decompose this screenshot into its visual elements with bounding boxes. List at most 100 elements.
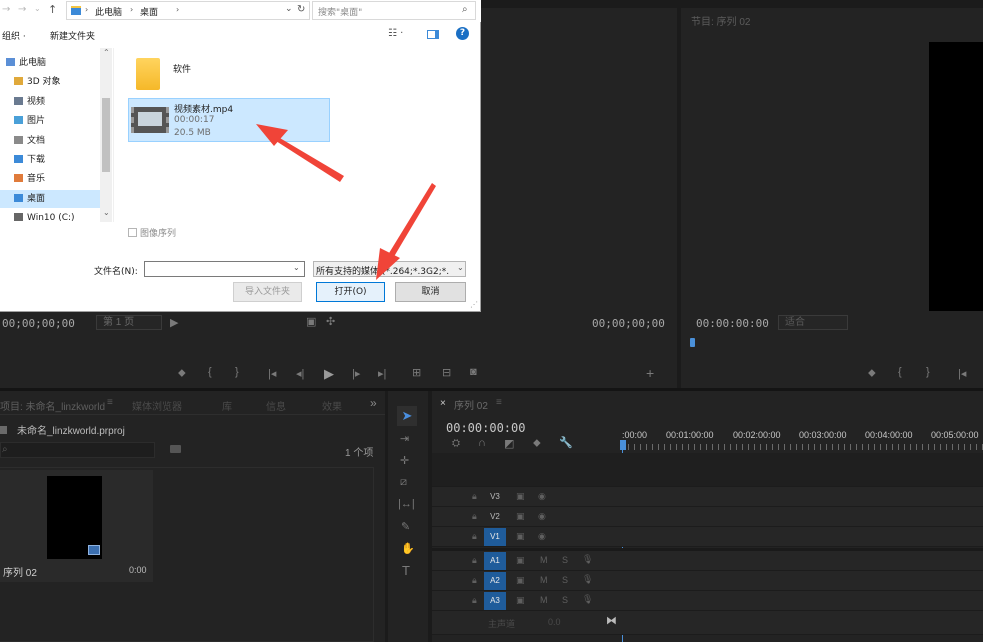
nav-item[interactable]: 下载 [14, 151, 45, 169]
sync-a2-icon[interactable]: ▣ [516, 575, 525, 586]
track-v3[interactable]: 🔒︎ V3 ▣ ◉ [432, 487, 983, 507]
project-search-input[interactable]: ⌕ [0, 442, 155, 458]
wrench-icon[interactable]: 🔧 [559, 436, 573, 449]
selection-tool-icon[interactable]: ➤ [397, 406, 417, 426]
new-folder-button[interactable]: 新建文件夹 [50, 29, 95, 42]
mic-a2-icon[interactable]: 🎙︎ [582, 574, 593, 585]
nav-scroll-down-icon[interactable]: ⌄ [103, 208, 110, 217]
nav-scroll-up-icon[interactable]: ⌃ [103, 48, 110, 57]
image-sequence-checkbox[interactable] [128, 228, 137, 237]
source-add-button-icon[interactable]: + [646, 365, 654, 381]
nav-item[interactable]: 文档 [14, 132, 45, 150]
master-value[interactable]: 0.0 [548, 617, 561, 627]
lock-v2-icon[interactable]: 🔒︎ [472, 511, 477, 522]
track-label-a3[interactable]: A3 [484, 592, 506, 610]
forward-icon[interactable]: → [18, 4, 26, 15]
tab-media-browser[interactable]: 媒体浏览器 [132, 398, 182, 413]
search-box[interactable]: 搜索"桌面" ⌕ [312, 1, 476, 20]
lock-a2-icon[interactable]: 🔒︎ [472, 575, 477, 586]
program-mark-out-icon[interactable]: } [926, 366, 930, 378]
up-icon[interactable]: ↑ [48, 3, 57, 16]
nav-pane[interactable]: 此电脑 3D 对象 视频 图片 文档 下载 音乐 桌面 Win10 (C:) ⌃ ⌄ [0, 48, 114, 223]
file-type-select[interactable]: 所有支持的媒体 (*.264;*.3G2;*. ⌄ [313, 261, 466, 277]
slip-tool-icon[interactable]: |↔| [398, 498, 415, 510]
nav-item[interactable]: 此电脑 [6, 54, 46, 72]
solo-a2[interactable]: S [562, 575, 568, 585]
timeline-ruler[interactable]: :00:00 00:01:00:00 00:02:00:00 00:03:00:… [622, 428, 983, 452]
tab-menu-icon[interactable]: ≡ [107, 397, 113, 408]
nest-icon[interactable]: ⛭ [452, 438, 460, 449]
go-to-out-icon[interactable]: ▸| [378, 367, 386, 380]
new-bin-icon[interactable] [170, 445, 181, 453]
file-item-video[interactable]: 视频素材.mp4 00:00:17 20.5 MB [128, 98, 330, 142]
sync-a1-icon[interactable]: ▣ [516, 555, 525, 566]
breadcrumb-pc[interactable]: 此电脑 [95, 5, 122, 18]
source-page-select[interactable]: 第 1 页 [96, 315, 162, 330]
nav-scrollbar[interactable]: ⌃ ⌄ [100, 48, 112, 222]
ripple-edit-tool-icon[interactable]: ✛ [400, 454, 409, 467]
refresh-icon[interactable]: ↻ [297, 4, 305, 15]
mute-a2[interactable]: M [540, 575, 548, 585]
nav-item[interactable]: 图片 [14, 112, 45, 130]
program-fit-select[interactable]: 适合 [778, 315, 848, 330]
mark-out-icon[interactable]: } [235, 366, 239, 378]
eye-v1-icon[interactable]: ◉ [538, 531, 546, 542]
tab-overflow-icon[interactable]: » [370, 396, 377, 410]
eye-v3-icon[interactable]: ◉ [538, 491, 546, 502]
tab-project[interactable]: 项目: 未命名_linzkworld [0, 398, 105, 413]
cancel-button[interactable]: 取消 [395, 282, 466, 302]
solo-a3[interactable]: S [562, 595, 568, 605]
help-icon[interactable]: ? [456, 27, 469, 40]
sync-v1-icon[interactable]: ▣ [516, 531, 525, 542]
pen-tool-icon[interactable]: ✎ [401, 520, 410, 533]
camera-icon[interactable]: ◙ [470, 366, 477, 378]
mic-a3-icon[interactable]: 🎙︎ [582, 594, 593, 605]
sync-v2-icon[interactable]: ▣ [516, 511, 525, 522]
tab-effects[interactable]: 效果 [322, 398, 342, 413]
play-small-icon[interactable]: ▶ [170, 316, 178, 329]
filename-input[interactable]: ⌄ [144, 261, 305, 277]
recent-chevron-icon[interactable]: ⌄ [34, 4, 41, 13]
track-a2[interactable]: 🔒︎ A2 ▣ M S 🎙︎ [432, 571, 983, 591]
go-to-in-icon[interactable]: |◂ [268, 367, 276, 380]
preview-pane-icon[interactable] [427, 30, 439, 39]
hand-tool-icon[interactable]: ✋ [401, 542, 415, 555]
lock-v1-icon[interactable]: 🔒︎ [472, 531, 477, 542]
lock-v3-icon[interactable]: 🔒︎ [472, 491, 477, 502]
lock-a1-icon[interactable]: 🔒︎ [472, 555, 477, 566]
tab-info[interactable]: 信息 [266, 398, 286, 413]
step-forward-icon[interactable]: |▸ [352, 367, 360, 380]
settings-icon[interactable]: ✣ [326, 315, 335, 328]
nav-item[interactable]: 视频 [14, 93, 45, 111]
nav-item[interactable]: Win10 (C:) [14, 209, 75, 227]
back-icon[interactable]: → [2, 4, 10, 15]
timeline-tab[interactable]: 序列 02 [454, 397, 488, 412]
overwrite-icon[interactable]: ⊟ [442, 366, 451, 379]
organize-button[interactable]: 组织 · [2, 29, 26, 42]
mark-in-icon[interactable]: { [208, 366, 212, 378]
sync-v3-icon[interactable]: ▣ [516, 491, 525, 502]
mute-a3[interactable]: M [540, 595, 548, 605]
breadcrumb-desktop[interactable]: 桌面 [140, 5, 158, 18]
tab-library[interactable]: 库 [222, 398, 232, 413]
file-item-folder[interactable]: 软件 [130, 54, 250, 94]
track-master[interactable]: 主声道 0.0 ⧓ [432, 611, 983, 635]
type-tool-icon[interactable]: T [402, 563, 410, 578]
razor-tool-icon[interactable]: ⧄ [400, 476, 407, 489]
program-add-marker-icon[interactable]: ⬥ [868, 367, 876, 380]
track-a1[interactable]: 🔒︎ A1 ▣ M S 🎙︎ [432, 551, 983, 571]
sync-a3-icon[interactable]: ▣ [516, 595, 525, 606]
program-mark-in-icon[interactable]: { [898, 366, 902, 378]
marker-icon[interactable]: ▣ [306, 315, 316, 328]
track-label-v2[interactable]: V2 [484, 508, 506, 526]
import-folder-button[interactable]: 导入文件夹 [233, 282, 302, 302]
add-marker-icon[interactable]: ⬥ [178, 367, 186, 380]
track-label-v3[interactable]: V3 [484, 488, 506, 506]
play-icon[interactable]: ▶ [324, 366, 334, 382]
view-options-icon[interactable]: ☷ · [388, 28, 403, 39]
step-back-icon[interactable]: ◂| [296, 367, 304, 380]
insert-icon[interactable]: ⊞ [412, 366, 421, 379]
track-label-a1[interactable]: A1 [484, 552, 506, 570]
track-v2[interactable]: 🔒︎ V2 ▣ ◉ [432, 507, 983, 527]
timeline-close-icon[interactable]: × [440, 398, 446, 409]
